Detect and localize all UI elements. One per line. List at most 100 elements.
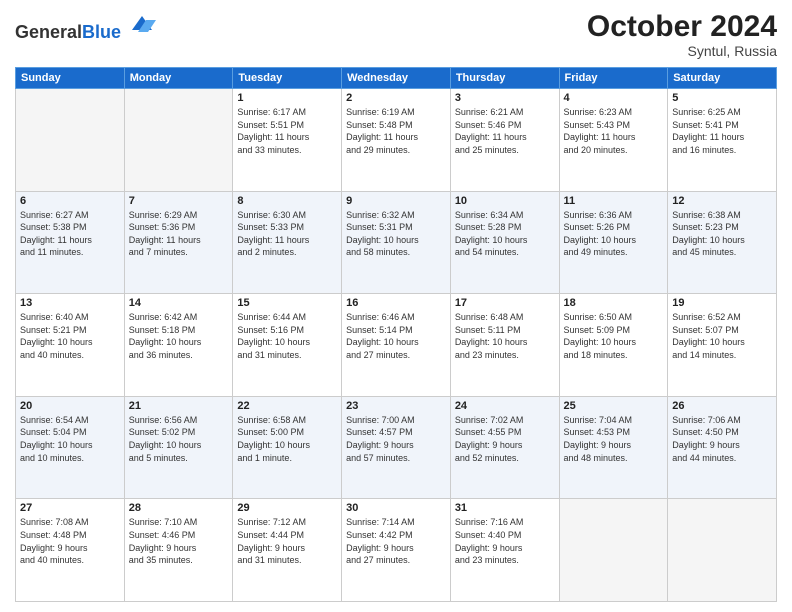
- day-number: 24: [455, 400, 555, 412]
- table-row: 10 Sunrise: 6:34 AM Sunset: 5:28 PM Dayli…: [450, 191, 559, 294]
- calendar-week-row: 27 Sunrise: 7:08 AM Sunset: 4:48 PM Dayli…: [16, 499, 777, 602]
- day-info: Sunrise: 6:50 AM Sunset: 5:09 PM Dayligh…: [564, 311, 664, 361]
- day-number: 8: [237, 195, 337, 207]
- day-info: Sunrise: 6:34 AM Sunset: 5:28 PM Dayligh…: [455, 209, 555, 259]
- col-friday: Friday: [559, 68, 668, 89]
- day-number: 7: [129, 195, 229, 207]
- day-number: 3: [455, 92, 555, 104]
- day-number: 30: [346, 502, 446, 514]
- table-row: 26 Sunrise: 7:06 AM Sunset: 4:50 PM Dayli…: [668, 396, 777, 499]
- day-number: 10: [455, 195, 555, 207]
- day-number: 17: [455, 297, 555, 309]
- col-wednesday: Wednesday: [342, 68, 451, 89]
- col-tuesday: Tuesday: [233, 68, 342, 89]
- day-number: 12: [672, 195, 772, 207]
- table-row: 25 Sunrise: 7:04 AM Sunset: 4:53 PM Dayli…: [559, 396, 668, 499]
- page: GeneralBlue October 2024 Syntul, Russia …: [0, 0, 792, 612]
- table-row: 11Sunrise: 6:36 AM Sunset: 5:26 PM Dayli…: [559, 191, 668, 294]
- col-monday: Monday: [124, 68, 233, 89]
- table-row: 2Sunrise: 6:19 AM Sunset: 5:48 PM Daylig…: [342, 89, 451, 192]
- logo: GeneralBlue: [15, 10, 156, 43]
- day-number: 13: [20, 297, 120, 309]
- logo-text: GeneralBlue: [15, 10, 156, 43]
- day-number: 19: [672, 297, 772, 309]
- day-number: 5: [672, 92, 772, 104]
- col-sunday: Sunday: [16, 68, 125, 89]
- table-row: 21Sunrise: 6:56 AM Sunset: 5:02 PM Dayli…: [124, 396, 233, 499]
- table-row: 22 Sunrise: 6:58 AM Sunset: 5:00 PM Dayli…: [233, 396, 342, 499]
- day-info: Sunrise: 6:44 AM Sunset: 5:16 PM Dayligh…: [237, 311, 337, 361]
- day-info: Sunrise: 7:08 AM Sunset: 4:48 PM Dayligh…: [20, 516, 120, 566]
- day-info: Sunrise: 6:25 AM Sunset: 5:41 PM Dayligh…: [672, 106, 772, 156]
- table-row: 1 Sunrise: 6:17 AM Sunset: 5:51 PM Daylig…: [233, 89, 342, 192]
- day-info: Sunrise: 7:02 AM Sunset: 4:55 PM Dayligh…: [455, 414, 555, 464]
- calendar-week-row: 20 Sunrise: 6:54 AM Sunset: 5:04 PM Dayli…: [16, 396, 777, 499]
- table-row: 13 Sunrise: 6:40 AM Sunset: 5:21 PM Dayli…: [16, 294, 125, 397]
- table-row: 9 Sunrise: 6:32 AM Sunset: 5:31 PM Daylig…: [342, 191, 451, 294]
- calendar-week-row: 1 Sunrise: 6:17 AM Sunset: 5:51 PM Daylig…: [16, 89, 777, 192]
- table-row: [16, 89, 125, 192]
- day-number: 29: [237, 502, 337, 514]
- day-info: Sunrise: 6:38 AM Sunset: 5:23 PM Dayligh…: [672, 209, 772, 259]
- header: GeneralBlue October 2024 Syntul, Russia: [15, 10, 777, 59]
- calendar-week-row: 13 Sunrise: 6:40 AM Sunset: 5:21 PM Dayli…: [16, 294, 777, 397]
- day-info: Sunrise: 6:21 AM Sunset: 5:46 PM Dayligh…: [455, 106, 555, 156]
- day-number: 25: [564, 400, 664, 412]
- day-number: 20: [20, 400, 120, 412]
- table-row: 28Sunrise: 7:10 AM Sunset: 4:46 PM Dayli…: [124, 499, 233, 602]
- table-row: 23Sunrise: 7:00 AM Sunset: 4:57 PM Dayli…: [342, 396, 451, 499]
- day-info: Sunrise: 7:06 AM Sunset: 4:50 PM Dayligh…: [672, 414, 772, 464]
- day-info: Sunrise: 6:19 AM Sunset: 5:48 PM Dayligh…: [346, 106, 446, 156]
- table-row: 6Sunrise: 6:27 AM Sunset: 5:38 PM Daylig…: [16, 191, 125, 294]
- table-row: [559, 499, 668, 602]
- day-info: Sunrise: 6:56 AM Sunset: 5:02 PM Dayligh…: [129, 414, 229, 464]
- table-row: 29 Sunrise: 7:12 AM Sunset: 4:44 PM Dayli…: [233, 499, 342, 602]
- table-row: 7Sunrise: 6:29 AM Sunset: 5:36 PM Daylig…: [124, 191, 233, 294]
- day-info: Sunrise: 6:17 AM Sunset: 5:51 PM Dayligh…: [237, 106, 337, 156]
- table-row: 12 Sunrise: 6:38 AM Sunset: 5:23 PM Dayli…: [668, 191, 777, 294]
- table-row: 14Sunrise: 6:42 AM Sunset: 5:18 PM Dayli…: [124, 294, 233, 397]
- table-row: 4 Sunrise: 6:23 AM Sunset: 5:43 PM Daylig…: [559, 89, 668, 192]
- table-row: 27 Sunrise: 7:08 AM Sunset: 4:48 PM Dayli…: [16, 499, 125, 602]
- table-row: [124, 89, 233, 192]
- day-number: 1: [237, 92, 337, 104]
- table-row: 16Sunrise: 6:46 AM Sunset: 5:14 PM Dayli…: [342, 294, 451, 397]
- day-number: 22: [237, 400, 337, 412]
- day-number: 31: [455, 502, 555, 514]
- day-info: Sunrise: 6:36 AM Sunset: 5:26 PM Dayligh…: [564, 209, 664, 259]
- day-info: Sunrise: 6:23 AM Sunset: 5:43 PM Dayligh…: [564, 106, 664, 156]
- month-title: October 2024: [587, 10, 777, 43]
- day-info: Sunrise: 6:58 AM Sunset: 5:00 PM Dayligh…: [237, 414, 337, 464]
- table-row: 18Sunrise: 6:50 AM Sunset: 5:09 PM Dayli…: [559, 294, 668, 397]
- day-info: Sunrise: 6:40 AM Sunset: 5:21 PM Dayligh…: [20, 311, 120, 361]
- day-info: Sunrise: 6:32 AM Sunset: 5:31 PM Dayligh…: [346, 209, 446, 259]
- logo-general: General: [15, 22, 82, 42]
- day-info: Sunrise: 7:04 AM Sunset: 4:53 PM Dayligh…: [564, 414, 664, 464]
- day-number: 26: [672, 400, 772, 412]
- title-block: October 2024 Syntul, Russia: [587, 10, 777, 59]
- logo-blue: Blue: [82, 22, 121, 42]
- table-row: 8Sunrise: 6:30 AM Sunset: 5:33 PM Daylig…: [233, 191, 342, 294]
- day-number: 4: [564, 92, 664, 104]
- logo-icon: [128, 10, 156, 38]
- day-number: 6: [20, 195, 120, 207]
- day-number: 28: [129, 502, 229, 514]
- table-row: 30Sunrise: 7:14 AM Sunset: 4:42 PM Dayli…: [342, 499, 451, 602]
- day-number: 27: [20, 502, 120, 514]
- day-info: Sunrise: 6:46 AM Sunset: 5:14 PM Dayligh…: [346, 311, 446, 361]
- day-number: 23: [346, 400, 446, 412]
- table-row: 17 Sunrise: 6:48 AM Sunset: 5:11 PM Dayli…: [450, 294, 559, 397]
- day-info: Sunrise: 6:42 AM Sunset: 5:18 PM Dayligh…: [129, 311, 229, 361]
- table-row: 3 Sunrise: 6:21 AM Sunset: 5:46 PM Daylig…: [450, 89, 559, 192]
- day-info: Sunrise: 7:12 AM Sunset: 4:44 PM Dayligh…: [237, 516, 337, 566]
- calendar-header-row: Sunday Monday Tuesday Wednesday Thursday…: [16, 68, 777, 89]
- day-number: 15: [237, 297, 337, 309]
- calendar-week-row: 6Sunrise: 6:27 AM Sunset: 5:38 PM Daylig…: [16, 191, 777, 294]
- table-row: 19 Sunrise: 6:52 AM Sunset: 5:07 PM Dayli…: [668, 294, 777, 397]
- day-number: 9: [346, 195, 446, 207]
- table-row: 31 Sunrise: 7:16 AM Sunset: 4:40 PM Dayli…: [450, 499, 559, 602]
- day-info: Sunrise: 6:54 AM Sunset: 5:04 PM Dayligh…: [20, 414, 120, 464]
- day-info: Sunrise: 6:52 AM Sunset: 5:07 PM Dayligh…: [672, 311, 772, 361]
- day-info: Sunrise: 6:48 AM Sunset: 5:11 PM Dayligh…: [455, 311, 555, 361]
- day-info: Sunrise: 7:16 AM Sunset: 4:40 PM Dayligh…: [455, 516, 555, 566]
